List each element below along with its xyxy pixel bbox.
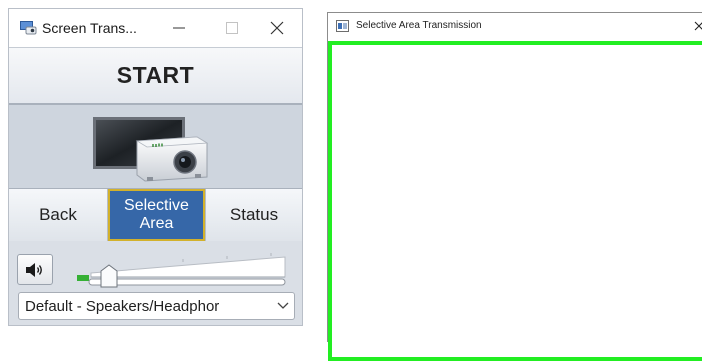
device-panel — [9, 105, 302, 189]
minimize-button[interactable] — [159, 15, 199, 41]
minimize-icon — [173, 27, 185, 29]
close-icon — [270, 21, 284, 35]
display-and-projector-icon — [93, 117, 209, 182]
selective-area-button[interactable]: Selective Area — [108, 189, 205, 241]
selective-area-label: Selective Area — [124, 197, 189, 232]
back-label: Back — [39, 205, 77, 224]
window-title: Screen Trans... — [42, 20, 137, 36]
chevron-down-icon — [277, 302, 289, 309]
volume-slider[interactable] — [77, 253, 289, 289]
start-button[interactable]: START — [9, 47, 302, 105]
close-button[interactable] — [257, 15, 297, 41]
maximize-icon — [226, 22, 238, 34]
selective-area-transmission-window: Selective Area Transmission — [327, 12, 702, 361]
status-label: Status — [229, 205, 279, 224]
close-button[interactable] — [692, 17, 702, 35]
window-title: Selective Area Transmission — [356, 20, 482, 31]
capture-area-frame[interactable] — [328, 41, 702, 361]
back-button[interactable]: Back — [9, 189, 108, 241]
action-buttons: Back Selective Area Status — [9, 189, 302, 241]
volume-slider-thumb — [100, 264, 118, 288]
audio-output-select[interactable]: Default - Speakers/Headphor — [18, 292, 295, 320]
window-icon — [336, 20, 349, 32]
status-button[interactable]: Status — [205, 189, 302, 241]
speaker-volume-icon — [26, 262, 42, 277]
audio-output-value: Default - Speakers/Headphor — [25, 297, 220, 315]
screen-transmission-window: Screen Trans... START Back Selective Are… — [8, 8, 303, 326]
close-icon — [694, 21, 702, 31]
maximize-button[interactable] — [212, 15, 252, 41]
audio-panel: Default - Speakers/Headphor — [9, 241, 302, 325]
start-label: START — [116, 62, 195, 88]
mute-button[interactable] — [17, 254, 53, 285]
screen-transmission-icon — [20, 21, 37, 35]
title-bar[interactable]: Screen Trans... — [9, 9, 302, 47]
title-bar[interactable]: Selective Area Transmission — [328, 13, 702, 41]
